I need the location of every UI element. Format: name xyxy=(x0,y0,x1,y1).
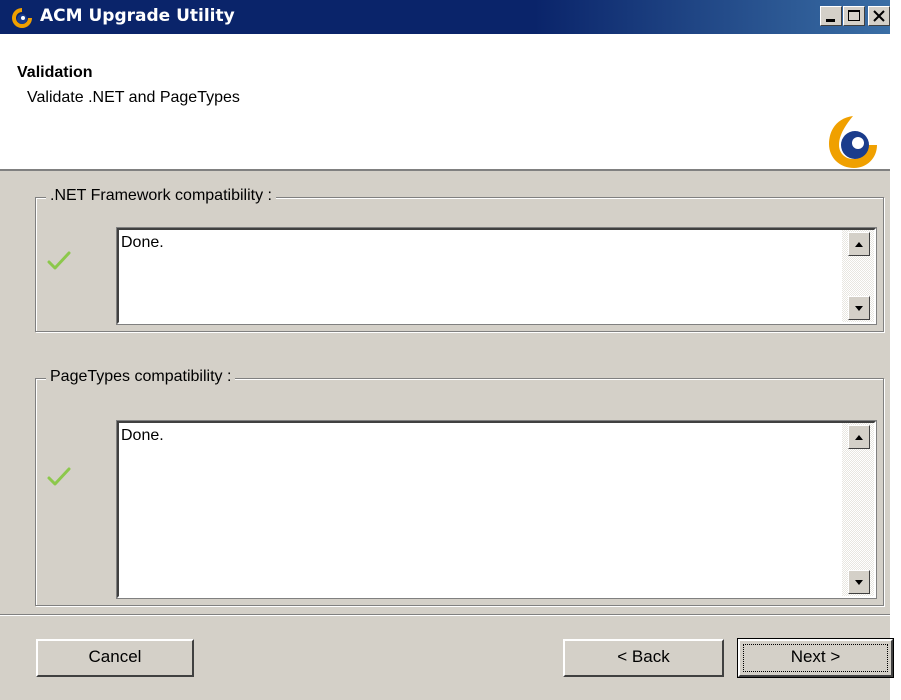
minimize-button[interactable] xyxy=(820,6,842,26)
pagetypes-output-box[interactable]: Done. xyxy=(116,420,877,599)
close-icon xyxy=(873,10,885,22)
scroll-down-button[interactable] xyxy=(848,296,870,320)
maximize-icon xyxy=(848,10,860,21)
scroll-up-button[interactable] xyxy=(848,232,870,256)
group-label: PageTypes compatibility : xyxy=(46,368,236,386)
output-text: Done. xyxy=(121,427,164,444)
group-label: .NET Framework compatibility : xyxy=(46,187,276,205)
arrow-down-icon xyxy=(855,580,863,585)
checkmark-icon xyxy=(47,467,71,486)
output-text: Done. xyxy=(121,234,164,251)
cancel-button[interactable]: Cancel xyxy=(36,639,194,677)
app-icon xyxy=(12,8,32,28)
app-logo-icon xyxy=(829,116,877,168)
close-button[interactable] xyxy=(868,6,890,26)
maximize-button[interactable] xyxy=(843,6,865,26)
arrow-down-icon xyxy=(855,306,863,311)
arrow-up-icon xyxy=(855,435,863,440)
checkmark-icon xyxy=(47,251,71,270)
title-bar[interactable]: ACM Upgrade Utility xyxy=(0,0,890,34)
wizard-header: Validation Validate .NET and PageTypes xyxy=(0,34,890,171)
page-subtitle: Validate .NET and PageTypes xyxy=(27,89,240,106)
footer-divider xyxy=(0,614,890,616)
wizard-window: ACM Upgrade Utility Validation Validate … xyxy=(0,0,894,700)
back-button-label: < Back xyxy=(617,647,670,666)
scroll-up-button[interactable] xyxy=(848,425,870,449)
scroll-down-button[interactable] xyxy=(848,570,870,594)
page-title: Validation xyxy=(17,64,93,81)
vertical-scrollbar[interactable] xyxy=(842,230,874,322)
minimize-icon xyxy=(826,19,835,22)
next-button[interactable]: Next > xyxy=(737,638,894,678)
vertical-scrollbar[interactable] xyxy=(842,423,874,596)
back-button[interactable]: < Back xyxy=(563,639,724,677)
cancel-button-label: Cancel xyxy=(88,647,142,666)
next-button-label: Next > xyxy=(790,647,841,666)
arrow-up-icon xyxy=(855,242,863,247)
window-title: ACM Upgrade Utility xyxy=(40,6,235,26)
dotnet-output-box[interactable]: Done. xyxy=(116,227,877,325)
